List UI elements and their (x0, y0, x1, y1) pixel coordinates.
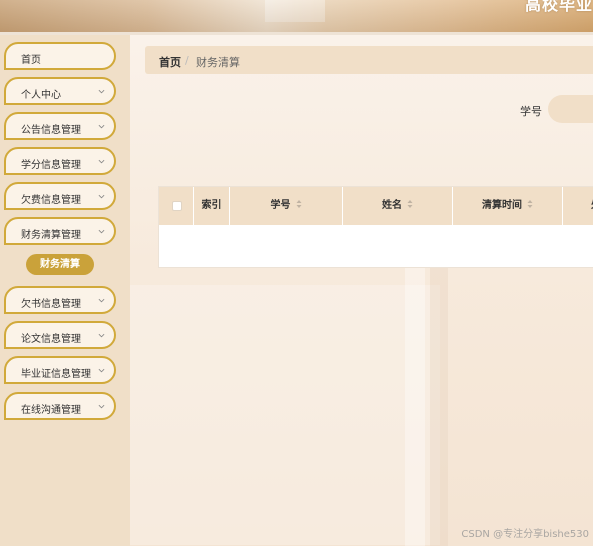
sidebar-item-online-chat-management[interactable]: 在线沟通管理 (4, 392, 116, 420)
breadcrumb-home[interactable]: 首页 (159, 54, 181, 70)
sidebar-item-label: 在线沟通管理 (21, 405, 81, 416)
column-header-label: 姓名 (382, 200, 402, 211)
breadcrumb-separator: / (185, 54, 189, 67)
sidebar-item-label: 财务清算管理 (21, 230, 81, 241)
sidebar-item-label: 欠书信息管理 (21, 299, 81, 310)
search-label: 学号 (520, 105, 542, 118)
chevron-down-icon (98, 89, 105, 94)
column-header-settlement-time[interactable]: 清算时间 (453, 187, 563, 225)
column-header-label: 学号 (270, 200, 291, 211)
sidebar-item-book-debt-management[interactable]: 欠书信息管理 (4, 286, 116, 314)
select-all-checkbox[interactable] (172, 201, 182, 211)
select-all-cell (159, 187, 194, 225)
sidebar-item-thesis-management[interactable]: 论文信息管理 (4, 321, 116, 349)
sort-icon[interactable] (527, 199, 533, 209)
breadcrumb: 首页 / 财务清算 (145, 46, 593, 74)
breadcrumb-current: 财务清算 (196, 56, 240, 69)
sidebar: 首页 个人中心 公告信息管理 学分信息管理 欠费信息管理 财务清算管理 财务清算… (0, 35, 130, 546)
sidebar-item-home[interactable]: 首页 (4, 42, 116, 70)
sort-icon[interactable] (407, 199, 413, 209)
sidebar-item-finance-settlement-management[interactable]: 财务清算管理 (4, 217, 116, 245)
background-decoration (430, 265, 448, 546)
sidebar-item-diploma-management[interactable]: 毕业证信息管理 (4, 356, 116, 384)
watermark: CSDN @专注分享bishe530 (461, 529, 589, 540)
sidebar-item-personal-center[interactable]: 个人中心 (4, 77, 116, 105)
chevron-down-icon (98, 124, 105, 129)
column-header-label: 索引 (201, 200, 222, 211)
chevron-down-icon (98, 229, 105, 234)
column-header-index: 索引 (194, 187, 230, 225)
sidebar-subitem-finance-settlement[interactable]: 财务清算 (26, 254, 94, 275)
header-shade (0, 0, 593, 32)
column-header-process: 处 (563, 187, 593, 225)
chevron-down-icon (98, 194, 105, 199)
sidebar-item-notice-management[interactable]: 公告信息管理 (4, 112, 116, 140)
app-title: 高校毕业 (524, 0, 593, 14)
student-id-search-input[interactable] (548, 95, 593, 123)
column-header-label: 清算时间 (482, 200, 522, 211)
chevron-down-icon (98, 368, 105, 373)
main-content: 首页 / 财务清算 学号 索引 学号 姓名 清算时间 处 (130, 35, 593, 546)
sidebar-item-label: 学分信息管理 (21, 160, 81, 171)
sidebar-item-label: 欠费信息管理 (21, 195, 81, 206)
sidebar-item-arrears-management[interactable]: 欠费信息管理 (4, 182, 116, 210)
sidebar-item-label: 毕业证信息管理 (21, 369, 91, 380)
background-decoration (130, 285, 440, 545)
sidebar-item-label: 论文信息管理 (21, 334, 81, 345)
header-banner: 高校毕业 (0, 0, 593, 32)
chevron-down-icon (98, 298, 105, 303)
data-table: 索引 学号 姓名 清算时间 处 (158, 186, 593, 268)
sidebar-item-label: 个人中心 (21, 90, 61, 101)
table-header: 索引 学号 姓名 清算时间 处 (159, 187, 593, 225)
sidebar-item-label: 公告信息管理 (21, 125, 81, 136)
sidebar-item-credit-management[interactable]: 学分信息管理 (4, 147, 116, 175)
sidebar-item-label: 首页 (21, 55, 41, 66)
chevron-down-icon (98, 333, 105, 338)
column-header-student-id[interactable]: 学号 (230, 187, 343, 225)
column-header-name[interactable]: 姓名 (343, 187, 453, 225)
chevron-down-icon (98, 404, 105, 409)
chevron-down-icon (98, 159, 105, 164)
sort-icon[interactable] (296, 199, 302, 209)
background-decoration (405, 265, 425, 546)
